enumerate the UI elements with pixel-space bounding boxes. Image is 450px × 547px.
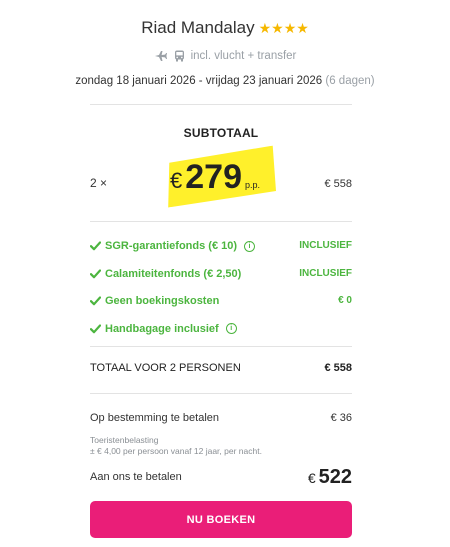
inclusion-label: Handbagage inclusief	[105, 322, 219, 335]
tourist-tax-detail: ± € 4,00 per persoon vanaf 12 jaar, per …	[90, 446, 262, 456]
divider	[90, 104, 352, 105]
pay-now-currency: €	[307, 470, 316, 486]
inclusion-value: INCLUSIEF	[299, 240, 352, 251]
divider	[90, 221, 352, 222]
line-total: € 558	[324, 178, 352, 190]
airplane-icon	[154, 51, 167, 61]
inclusion-value: INCLUSIEF	[299, 267, 352, 279]
checkmark-icon	[90, 323, 101, 333]
pay-now-amount: € 522	[308, 466, 352, 489]
checkmark-icon	[90, 268, 101, 278]
inclusion-value: € 0	[338, 295, 352, 306]
book-now-button[interactable]: NU BOEKEN	[90, 501, 352, 538]
transport-info: incl. vlucht + transfer	[0, 50, 450, 62]
pay-now-label: Aan ons te betalen	[90, 471, 182, 483]
travel-dates: zondag 18 januari 2026 - vrijdag 23 janu…	[0, 75, 450, 87]
destination-payment-row: Op bestemming te betalen € 36	[90, 412, 352, 424]
info-icon[interactable]: i	[225, 323, 237, 334]
divider	[90, 346, 352, 347]
hotel-header: Riad Mandalay ★★★★	[0, 18, 450, 38]
destination-value: € 36	[330, 412, 352, 424]
bus-icon	[174, 50, 184, 62]
checkmark-icon	[90, 296, 101, 306]
price-per-person: € 279 p.p.	[170, 158, 260, 197]
hotel-name: Riad Mandalay	[141, 18, 255, 37]
inclusion-item: Handbagage inclusief i	[90, 323, 352, 342]
inclusion-item: Calamiteitenfonds (€ 2,50) INCLUSIEF	[90, 268, 352, 287]
traveller-quantity: 2 ×	[90, 176, 108, 190]
transport-label: incl. vlucht + transfer	[190, 50, 297, 62]
per-person-label: p.p.	[244, 180, 260, 190]
divider	[90, 393, 352, 394]
inclusions-list: SGR-garantiefonds (€ 10) i INCLUSIEF Cal…	[90, 240, 352, 350]
inclusion-item: Geen boekingskosten € 0	[90, 295, 352, 314]
price-amount: 279	[185, 158, 242, 196]
tourist-tax-title: Toeristenbelasting	[90, 435, 159, 445]
total-value: € 558	[324, 362, 352, 374]
inclusion-label: Geen boekingskosten	[105, 295, 220, 307]
booking-summary: Riad Mandalay ★★★★ incl. vlucht + transf…	[0, 0, 450, 547]
inclusion-label: Calamiteitenfonds (€ 2,50)	[105, 267, 242, 280]
pay-now-row: Aan ons te betalen € 522	[90, 466, 352, 488]
date-range: zondag 18 januari 2026 - vrijdag 23 janu…	[75, 75, 323, 87]
inclusion-label: SGR-garantiefonds (€ 10)	[105, 240, 238, 252]
pay-now-value: 522	[318, 466, 352, 488]
tourist-tax-note: Toeristenbelasting ± € 4,00 per persoon …	[90, 435, 352, 457]
trip-duration: (6 dagen)	[325, 75, 375, 87]
total-label: TOTAAL VOOR 2 PERSONEN	[90, 362, 241, 374]
price-row: 2 × € 279 p.p. € 558	[90, 150, 352, 210]
total-row: TOTAAL VOOR 2 PERSONEN € 558	[90, 362, 352, 374]
star-rating-icon: ★★★★	[258, 19, 309, 36]
subtotal-title: SUBTOTAAL	[183, 126, 259, 140]
destination-label: Op bestemming te betalen	[90, 412, 220, 424]
inclusion-item: SGR-garantiefonds (€ 10) i INCLUSIEF	[90, 240, 352, 259]
hotel-title: Riad Mandalay ★★★★	[141, 18, 309, 38]
price-currency: €	[170, 168, 183, 193]
checkmark-icon	[90, 241, 101, 251]
info-icon[interactable]: i	[244, 240, 256, 252]
